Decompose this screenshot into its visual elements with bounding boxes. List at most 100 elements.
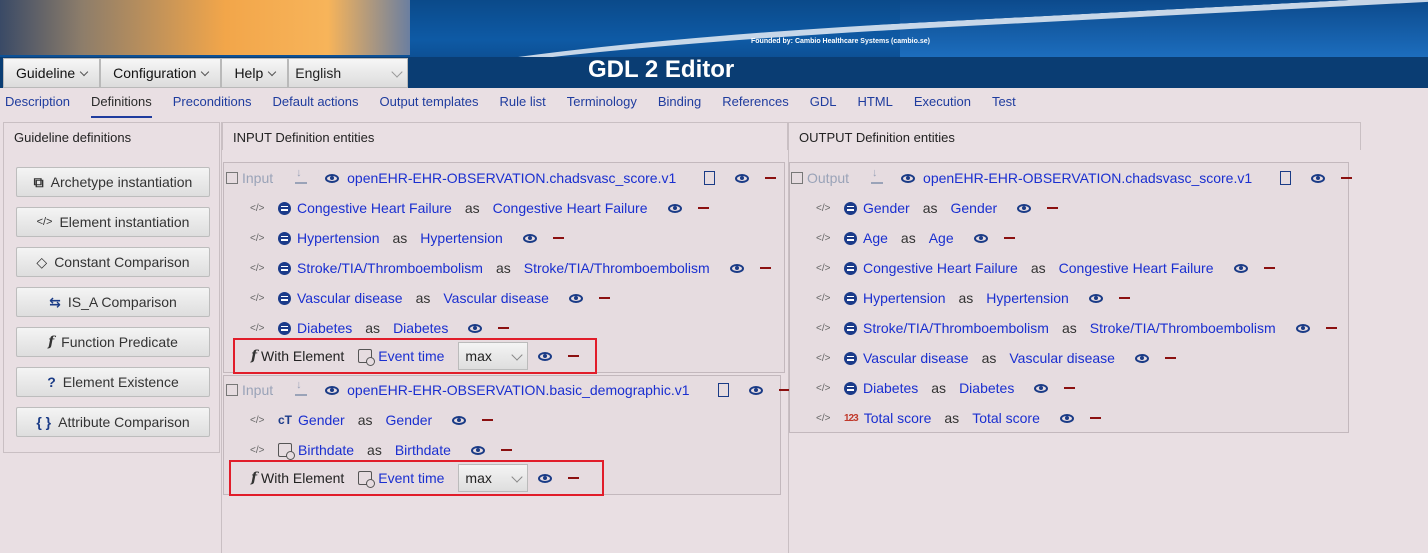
eye-icon[interactable] [522, 233, 537, 243]
element-link[interactable]: Congestive Heart Failure [297, 200, 452, 216]
help-menu[interactable]: Help [221, 58, 289, 88]
alias-link[interactable]: Diabetes [393, 320, 448, 336]
tab-test[interactable]: Test [992, 90, 1016, 118]
alias-link[interactable]: Birthdate [395, 442, 451, 458]
function-predicate-button[interactable]: f Function Predicate [16, 327, 210, 357]
function-select[interactable]: max [458, 342, 529, 370]
element-link[interactable]: Hypertension [863, 290, 946, 306]
alias-link[interactable]: Congestive Heart Failure [1059, 260, 1214, 276]
archetype-link[interactable]: openEHR-EHR-OBSERVATION.basic_demographi… [347, 382, 689, 398]
element-link[interactable]: Gender [298, 412, 345, 428]
eye-icon[interactable] [973, 233, 988, 243]
remove-icon[interactable] [1118, 297, 1130, 299]
is-a-comparison-button[interactable]: ⇆ IS_A Comparison [16, 287, 210, 317]
download-icon[interactable] [295, 167, 308, 184]
eye-icon[interactable] [1034, 383, 1049, 393]
configuration-menu[interactable]: Configuration [100, 58, 222, 88]
remove-icon[interactable] [498, 327, 510, 329]
remove-icon[interactable] [778, 389, 790, 391]
attribute-comparison-button[interactable]: { } Attribute Comparison [16, 407, 210, 437]
eye-icon[interactable] [729, 263, 744, 273]
alias-link[interactable]: Stroke/TIA/Thromboembolism [1090, 320, 1276, 336]
element-link[interactable]: Congestive Heart Failure [863, 260, 1018, 276]
remove-icon[interactable] [1325, 327, 1337, 329]
tab-execution[interactable]: Execution [914, 90, 971, 118]
tab-default-actions[interactable]: Default actions [273, 90, 359, 118]
remove-icon[interactable] [1003, 237, 1015, 239]
eye-icon[interactable] [468, 323, 483, 333]
remove-icon[interactable] [1341, 177, 1353, 179]
element-link[interactable]: Stroke/TIA/Thromboembolism [297, 260, 483, 276]
eye-icon[interactable] [1017, 203, 1032, 213]
element-link[interactable]: Total score [864, 410, 932, 426]
event-time-link[interactable]: Event time [378, 348, 444, 364]
element-link[interactable]: Vascular disease [863, 350, 969, 366]
alias-link[interactable]: Stroke/TIA/Thromboembolism [524, 260, 710, 276]
remove-icon[interactable] [568, 477, 580, 479]
remove-icon[interactable] [482, 419, 494, 421]
eye-icon[interactable] [1134, 353, 1149, 363]
element-link[interactable]: Diabetes [863, 380, 918, 396]
remove-icon[interactable] [568, 355, 580, 357]
element-existence-button[interactable]: ? Element Existence [16, 367, 210, 397]
remove-icon[interactable] [1064, 387, 1076, 389]
tab-output-templates[interactable]: Output templates [380, 90, 479, 118]
element-link[interactable]: Vascular disease [297, 290, 403, 306]
alias-link[interactable]: Diabetes [959, 380, 1014, 396]
eye-icon[interactable] [568, 293, 583, 303]
alias-link[interactable]: Age [929, 230, 954, 246]
event-time-link[interactable]: Event time [378, 470, 444, 486]
remove-icon[interactable] [1089, 417, 1101, 419]
eye-icon[interactable] [325, 173, 340, 183]
eye-icon[interactable] [325, 385, 340, 395]
remove-icon[interactable] [1047, 207, 1059, 209]
eye-icon[interactable] [748, 385, 763, 395]
guideline-menu[interactable]: Guideline [3, 58, 101, 88]
tab-html[interactable]: HTML [857, 90, 892, 118]
element-instantiation-button[interactable]: </> Element instantiation [16, 207, 210, 237]
tab-terminology[interactable]: Terminology [567, 90, 637, 118]
tab-description[interactable]: Description [5, 90, 70, 118]
eye-icon[interactable] [1311, 173, 1326, 183]
function-select[interactable]: max [458, 464, 529, 492]
alias-link[interactable]: Hypertension [420, 230, 503, 246]
tab-rule-list[interactable]: Rule list [500, 90, 546, 118]
remove-icon[interactable] [552, 237, 564, 239]
download-icon[interactable] [871, 167, 884, 184]
remove-icon[interactable] [1164, 357, 1176, 359]
element-link[interactable]: Stroke/TIA/Thromboembolism [863, 320, 1049, 336]
alias-link[interactable]: Vascular disease [443, 290, 549, 306]
archetype-instantiation-button[interactable]: ⧉ Archetype instantiation [16, 167, 210, 197]
eye-icon[interactable] [1295, 323, 1310, 333]
element-link[interactable]: Diabetes [297, 320, 352, 336]
eye-icon[interactable] [667, 203, 682, 213]
remove-icon[interactable] [759, 267, 771, 269]
language-select[interactable]: English [288, 58, 409, 88]
element-link[interactable]: Age [863, 230, 888, 246]
remove-icon[interactable] [598, 297, 610, 299]
alias-link[interactable]: Total score [972, 410, 1040, 426]
remove-icon[interactable] [765, 177, 777, 179]
tab-binding[interactable]: Binding [658, 90, 701, 118]
element-link[interactable]: Hypertension [297, 230, 380, 246]
remove-icon[interactable] [697, 207, 709, 209]
alias-link[interactable]: Hypertension [986, 290, 1069, 306]
eye-icon[interactable] [1088, 293, 1103, 303]
constant-comparison-button[interactable]: ◇ Constant Comparison [16, 247, 210, 277]
alias-link[interactable]: Vascular disease [1009, 350, 1115, 366]
tab-gdl[interactable]: GDL [810, 90, 837, 118]
eye-icon[interactable] [901, 173, 916, 183]
element-link[interactable]: Gender [863, 200, 910, 216]
add-element-icon[interactable] [717, 383, 729, 397]
eye-icon[interactable] [470, 445, 485, 455]
eye-icon[interactable] [452, 415, 467, 425]
alias-link[interactable]: Congestive Heart Failure [493, 200, 648, 216]
tab-preconditions[interactable]: Preconditions [173, 90, 252, 118]
eye-icon[interactable] [538, 473, 553, 483]
remove-icon[interactable] [500, 449, 512, 451]
download-icon[interactable] [295, 379, 308, 396]
eye-icon[interactable] [1059, 413, 1074, 423]
element-link[interactable]: Birthdate [298, 442, 354, 458]
add-element-icon[interactable] [704, 171, 716, 185]
eye-icon[interactable] [735, 173, 750, 183]
